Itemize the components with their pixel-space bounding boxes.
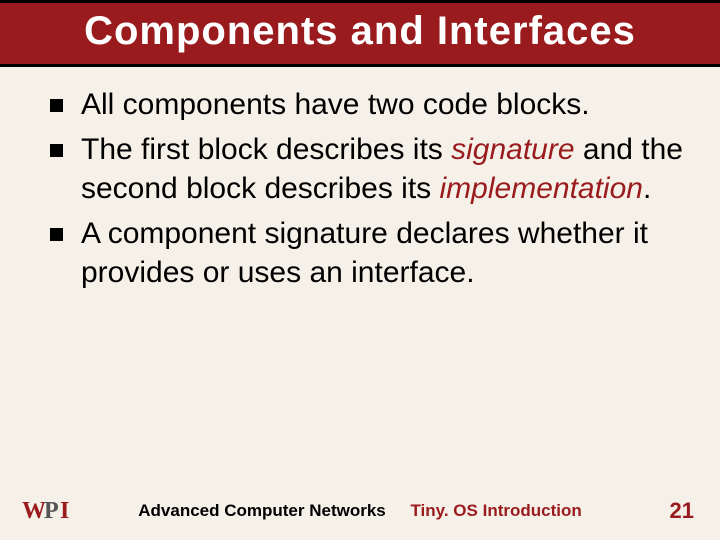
bullet-text: A component signature declares whether i… [81,214,690,292]
page-number: 21 [670,498,694,524]
bullet-item: The first block describes its signature … [50,130,690,208]
square-bullet-icon [50,228,63,241]
title-bar: Components and Interfaces [0,0,720,67]
wpi-logo: W P I [22,496,82,526]
footer-center: Advanced Computer Networks Tiny. OS Intr… [0,501,720,521]
svg-text:W: W [22,498,46,524]
svg-text:I: I [60,498,69,524]
keyword-implementation: implementation [440,172,643,205]
svg-text:P: P [44,498,59,524]
footer-topic: Tiny. OS Introduction [410,501,581,520]
bullet-item: All components have two code blocks. [50,85,690,124]
footer-course: Advanced Computer Networks [138,501,386,520]
text-run: The first block describes its [81,133,451,166]
slide-title: Components and Interfaces [0,9,720,54]
slide-footer: W P I Advanced Computer Networks Tiny. O… [0,496,720,526]
square-bullet-icon [50,99,63,112]
bullet-text: All components have two code blocks. [81,85,690,124]
text-run: . [643,172,651,205]
bullet-item: A component signature declares whether i… [50,214,690,292]
keyword-signature: signature [451,133,574,166]
slide-content: All components have two code blocks. The… [0,67,720,292]
bullet-text: The first block describes its signature … [81,130,690,208]
square-bullet-icon [50,144,63,157]
